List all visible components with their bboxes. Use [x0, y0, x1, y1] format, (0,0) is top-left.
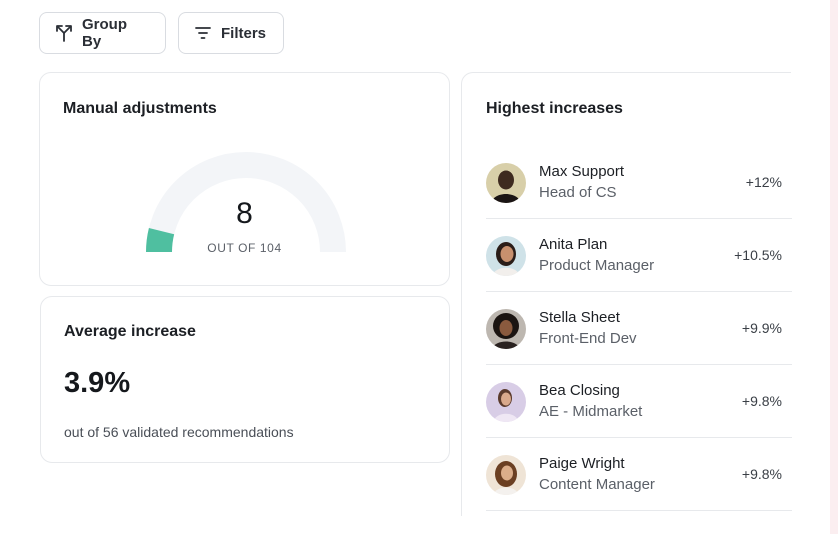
- person-increase: +9.8%: [741, 466, 782, 482]
- avatar: [486, 382, 526, 422]
- list-item[interactable]: Paige Wright Content Manager +9.8%: [486, 438, 792, 511]
- average-increase-card: Average increase 3.9% out of 56 validate…: [40, 296, 450, 463]
- average-increase-title: Average increase: [64, 323, 196, 340]
- person-role: Content Manager: [539, 476, 655, 493]
- avatar: [486, 455, 526, 495]
- person-role: Product Manager: [539, 257, 655, 274]
- person-name: Stella Sheet: [539, 309, 620, 326]
- list-item[interactable]: Stella Sheet Front-End Dev +9.9%: [486, 292, 792, 365]
- person-name: Paige Wright: [539, 455, 625, 472]
- person-increase: +9.8%: [741, 393, 782, 409]
- person-role: Front-End Dev: [539, 330, 637, 347]
- adjustments-value: 8: [236, 197, 253, 230]
- page-edge-strip: [830, 0, 838, 534]
- average-increase-sub: out of 56 validated recommendations: [64, 424, 294, 440]
- group-by-label: Group By: [82, 16, 127, 50]
- person-name: Max Support: [539, 163, 625, 180]
- filters-label: Filters: [221, 24, 267, 42]
- person-name: Anita Plan: [539, 236, 608, 253]
- list-item[interactable]: Bea Closing AE - Midmarket +9.8%: [486, 365, 792, 438]
- filter-lines-icon: [193, 23, 213, 43]
- manual-adjustments-card: Manual adjustments 8 OUT OF 104: [39, 72, 450, 286]
- list-item[interactable]: Anita Plan Product Manager +10.5%: [486, 219, 792, 292]
- adjustments-out-of: OUT OF 104: [207, 241, 282, 255]
- manual-adjustments-title: Manual adjustments: [63, 100, 217, 117]
- filters-button[interactable]: Filters: [178, 12, 284, 54]
- highest-increases-panel: Highest increases Max Support Head of CS…: [461, 72, 792, 516]
- avatar: [486, 163, 526, 203]
- highest-increases-title: Highest increases: [486, 100, 623, 117]
- person-increase: +10.5%: [734, 247, 782, 263]
- list-item[interactable]: Max Support Head of CS +12%: [486, 146, 792, 219]
- person-role: Head of CS: [539, 184, 617, 201]
- person-name: Bea Closing: [539, 382, 620, 399]
- person-increase: +12%: [745, 174, 782, 190]
- group-by-button[interactable]: Group By: [39, 12, 166, 54]
- person-role: AE - Midmarket: [539, 403, 643, 420]
- person-increase: +9.9%: [741, 320, 782, 336]
- average-increase-value: 3.9%: [64, 367, 131, 399]
- avatar: [486, 309, 526, 349]
- split-arrows-icon: [54, 23, 74, 43]
- avatar: [486, 236, 526, 276]
